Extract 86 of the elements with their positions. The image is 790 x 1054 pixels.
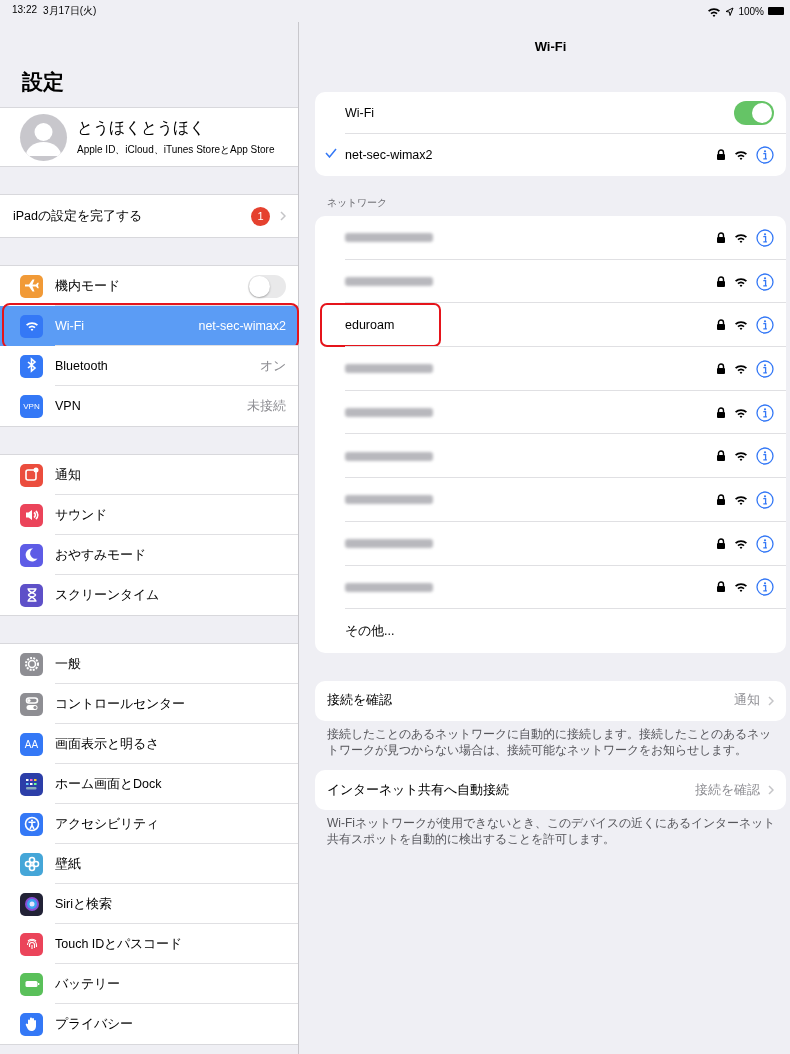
footnote-text: Wi-Fiネットワークが使用できないとき、このデバイスの近くにあるインターネット共有スポットを自動的に検出することを許可します。 [326, 815, 776, 849]
footnote-text: 接続したことのあるネットワークに自動的に接続します。接続したことのあるネットワークが見つからない場合は、接続可能なネットワークをお知らせします。 [326, 725, 772, 760]
item-label: Touch IDとパスコード [55, 935, 184, 953]
notification-badge: 1 [251, 206, 270, 226]
avatar-icon [20, 113, 67, 161]
wifi-signal-icon [734, 406, 748, 419]
info-icon[interactable] [756, 447, 774, 466]
vpn-icon: VPN [20, 394, 43, 418]
display-icon: AA [20, 732, 43, 756]
network-row[interactable]: eduroam [315, 303, 786, 348]
info-icon[interactable] [756, 316, 774, 335]
toggle-switch[interactable] [734, 101, 774, 125]
item-label: Siriと検索 [55, 895, 114, 913]
item-label: アクセシビリティ [55, 815, 160, 833]
profile-row[interactable]: とうほくとうほく Apple ID、iCloud、iTunes StoreとApp Store [0, 108, 298, 167]
network-row[interactable]: net-sec-wimax2 [315, 134, 786, 176]
wifi-signal-icon [734, 581, 748, 594]
wifi-signal-icon [734, 537, 748, 550]
item-label: ホーム画面とDock [55, 775, 163, 793]
lock-icon [716, 149, 726, 161]
item-value: 通知 [734, 692, 760, 710]
battery-icon [768, 7, 784, 15]
lock-icon [716, 450, 726, 463]
item-value: オン [260, 357, 286, 375]
item-label: 機内モード [55, 277, 121, 295]
wifi-signal-icon [734, 231, 748, 244]
network-name: net-sec-wimax2 [345, 148, 434, 162]
chevron-icon [768, 695, 774, 706]
chevron-icon [280, 211, 286, 221]
location-arrow-icon [725, 6, 735, 16]
lock-icon [716, 493, 726, 506]
lock-icon [716, 581, 726, 594]
wifi-signal-icon [734, 450, 748, 463]
item-label: 壁紙 [55, 855, 82, 873]
wifi-signal-icon [734, 493, 748, 506]
info-icon[interactable] [756, 228, 774, 247]
section-header: ネットワーク [326, 196, 388, 210]
item-label: おやすみモード [55, 546, 147, 564]
item-label: インターネット共有へ自動接続 [327, 781, 510, 799]
lock-icon [716, 231, 726, 244]
pane-title: Wi-Fi [533, 38, 568, 56]
item-label: VPN [55, 399, 82, 413]
wifi-signal-icon [734, 362, 748, 375]
item-label: Bluetooth [55, 359, 109, 373]
lock-icon [716, 537, 726, 550]
other-network-link[interactable]: その他... [345, 622, 774, 640]
profile-subtitle: Apple ID、iCloud、iTunes StoreとApp Store [77, 142, 275, 157]
item-label: 一般 [55, 655, 82, 673]
item-value: 未接続 [247, 397, 286, 415]
info-icon[interactable] [756, 578, 774, 597]
item-label: コントロールセンター [55, 695, 186, 713]
profile-name: とうほくとうほく [77, 117, 206, 138]
toggle-switch[interactable] [248, 274, 286, 298]
item-label: プライバシー [55, 1015, 134, 1033]
item-label: 接続を確認 [327, 692, 393, 710]
status-date: 3月17日(火) [43, 4, 97, 18]
item-label: スクリーンタイム [55, 586, 160, 604]
info-icon[interactable] [756, 403, 774, 422]
item-label: 通知 [55, 466, 82, 484]
item-label: Wi-Fi [345, 106, 376, 120]
info-icon[interactable] [756, 534, 774, 553]
lock-icon [716, 319, 726, 332]
item-label: iPadの設定を完了する [13, 207, 144, 225]
lock-icon [716, 406, 726, 419]
wifi-signal-icon [734, 319, 748, 332]
status-time: 13:22 [12, 4, 38, 17]
chevron-icon [768, 785, 774, 796]
lock-icon [716, 275, 726, 288]
lock-icon [716, 362, 726, 375]
item-label: バッテリー [55, 975, 121, 993]
wifi-signal-icon [707, 5, 722, 17]
info-icon[interactable] [756, 272, 774, 291]
settings-row[interactable]: インターネット共有へ自動接続 接続を確認 [315, 770, 786, 811]
info-icon[interactable] [756, 146, 774, 164]
item-label: サウンド [55, 506, 108, 524]
item-label: Wi-Fi [55, 319, 86, 333]
battery-percentage: 100% [738, 5, 764, 17]
settings-row[interactable]: 接続を確認 通知 [315, 680, 786, 721]
wifi-signal-icon [734, 149, 748, 161]
wifi-signal-icon [734, 275, 748, 288]
network-name: eduroam [345, 318, 396, 333]
item-label: 画面表示と明るさ [55, 735, 160, 753]
item-value: net-sec-wimax2 [198, 319, 286, 333]
info-icon[interactable] [756, 359, 774, 378]
item-value: 接続を確認 [695, 781, 760, 799]
info-icon[interactable] [756, 490, 774, 509]
